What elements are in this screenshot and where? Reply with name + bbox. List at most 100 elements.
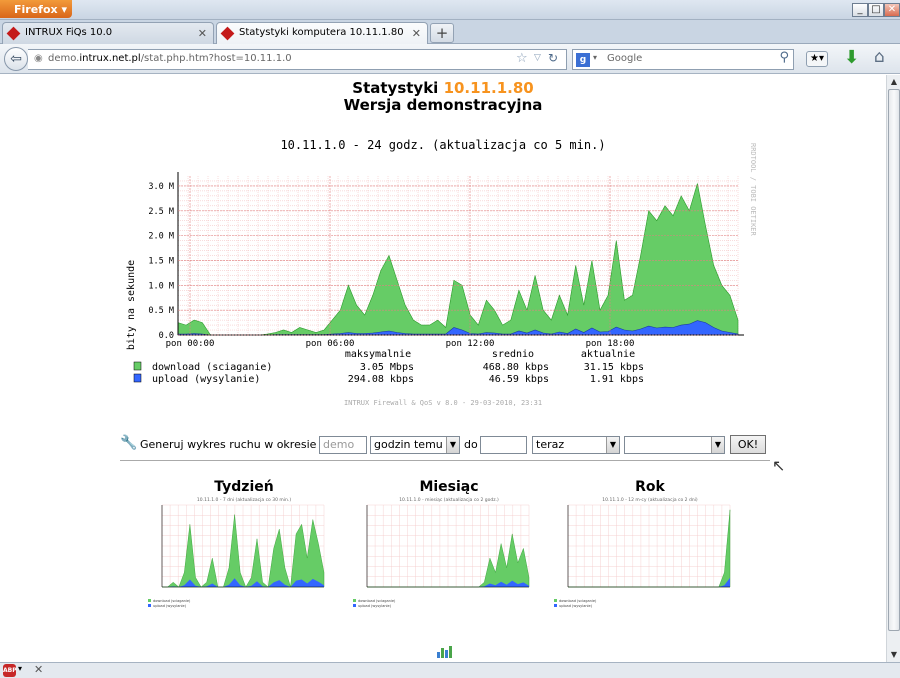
search-input[interactable]: g ▾ Google ⚲ xyxy=(572,49,794,70)
search-magnifier-icon[interactable]: ⚲ xyxy=(779,50,789,65)
stat-max: 3.05 Mbps xyxy=(360,362,414,373)
tab-strip: INTRUX FiQs 10.0 ✕ Statystyki komputera … xyxy=(0,20,900,44)
google-icon: g xyxy=(576,53,590,67)
to-input[interactable] xyxy=(480,436,527,454)
to-label: do xyxy=(464,438,478,451)
tab-intrux-fiqs[interactable]: INTRUX FiQs 10.0 ✕ xyxy=(2,22,214,44)
stat-avg: 468.80 kbps xyxy=(483,362,549,373)
x-tick-label: pon 06:00 xyxy=(306,339,355,349)
stat-max: 294.08 kbps xyxy=(348,374,414,385)
y-tick-label: 2.0 M xyxy=(148,232,174,242)
stats-header: srednio xyxy=(492,349,534,360)
thumb-legend-label: download (sciaganie) xyxy=(559,599,597,603)
vertical-scrollbar[interactable]: ▲ ▼ xyxy=(886,75,900,662)
chevron-down-icon: ▼ xyxy=(606,437,619,453)
chart-title: 10.11.1.0 - 24 godz. (aktualizacja co 5 … xyxy=(280,138,605,152)
traffic-graph: 10.11.1.0 - 24 godz. (aktualizacja co 5 … xyxy=(118,133,768,413)
page-subtitle: Wersja demonstracyjna xyxy=(343,96,543,114)
url-domain: intrux.net.pl xyxy=(79,53,141,64)
chart-series xyxy=(177,172,744,336)
stat-cur: 31.15 kbps xyxy=(584,362,644,373)
stats-header: maksymalnie xyxy=(345,349,411,360)
status-bar: ABP ▾ ✕ xyxy=(0,662,900,678)
thumbnail-title: Tydzień xyxy=(214,479,274,495)
thumbnail-year[interactable]: Rok 10.11.1.0 - 12 m-cy (aktualizacja co… xyxy=(550,479,750,631)
y-tick-label: 3.0 M xyxy=(148,182,174,192)
graph-generator-form: 🔧 Generuj wykres ruchu w okresie od demo… xyxy=(120,434,770,456)
search-engine-dropdown-icon[interactable]: ▾ xyxy=(593,53,597,62)
thumbnail-title: Miesiąc xyxy=(419,479,479,495)
thumb-legend-swatch xyxy=(353,599,356,602)
search-placeholder: Google xyxy=(607,53,643,64)
bookmarks-menu-icon[interactable]: ★▾ xyxy=(806,51,828,67)
thumbnail-chart: 10.11.1.0 - 12 m-cy (aktualizacja co 2 d… xyxy=(554,497,731,608)
chevron-down-icon: ▼ xyxy=(711,437,724,453)
maximize-button[interactable]: □ xyxy=(868,3,884,17)
bookmark-star-icon[interactable]: ☆ xyxy=(516,51,528,66)
rrdtool-credit: RRDTOOL / TOBI OETIKER xyxy=(749,143,757,237)
adblock-icon[interactable]: ABP xyxy=(3,664,17,677)
page-title: Statystyki 10.11.1.80 xyxy=(0,79,886,97)
stat-avg: 46.59 kbps xyxy=(489,374,549,385)
ok-button[interactable]: OK! xyxy=(730,435,766,454)
close-tab-icon[interactable]: ✕ xyxy=(198,27,207,40)
x-tick-label: pon 18:00 xyxy=(586,339,635,349)
stat-cur: 1.91 kbps xyxy=(590,374,644,385)
thumbnail-month[interactable]: Miesiąc 10.11.1.0 - miesiąc (aktualizacj… xyxy=(349,479,549,631)
end-select[interactable]: teraz ▼ xyxy=(532,436,620,454)
window-titlebar: Firefox ▾ _ □ ✕ xyxy=(0,0,900,20)
generator-label: Generuj wykres ruchu w okresie od xyxy=(140,438,334,451)
scrollbar-thumb[interactable] xyxy=(888,89,900,631)
x-tick-label: pon 00:00 xyxy=(166,339,215,349)
title-host: 10.11.1.80 xyxy=(443,79,534,97)
thumbnail-caption: 10.11.1.0 - 7 dni (aktualizacja co 30 mi… xyxy=(197,497,291,503)
legend-label: upload (wysylanie) xyxy=(152,374,260,385)
url-prefix: demo. xyxy=(48,53,80,64)
wrench-icon: 🔧 xyxy=(120,435,138,451)
intrux-favicon-icon xyxy=(6,26,21,41)
extra-select[interactable]: ▼ xyxy=(624,436,725,454)
close-window-button[interactable]: ✕ xyxy=(884,3,900,17)
x-tick-label: pon 12:00 xyxy=(446,339,495,349)
reload-icon[interactable]: ↻ xyxy=(548,51,558,65)
globe-icon: ◉ xyxy=(34,53,43,64)
back-arrow-icon: ⇦ xyxy=(10,51,22,67)
adblock-dropdown-icon[interactable]: ▾ xyxy=(18,664,22,673)
close-addon-bar-icon[interactable]: ✕ xyxy=(34,663,43,676)
legend-label: download (sciaganie) xyxy=(152,362,272,373)
url-path: /stat.php.htm?host=10.11.1.0 xyxy=(140,53,292,64)
chart-footer: INTRUX Firewall & QoS v 8.0 - 29-03-2010… xyxy=(344,399,542,407)
navigation-toolbar: ◉ demo.intrux.net.pl/stat.php.htm?host=1… xyxy=(0,44,900,74)
from-input[interactable]: demo xyxy=(319,436,367,454)
back-button[interactable]: ⇦ xyxy=(4,47,28,71)
home-icon[interactable]: ⌂ xyxy=(874,47,885,67)
unit-select[interactable]: godzin temu ▼ xyxy=(370,436,460,454)
y-tick-label: 2.5 M xyxy=(148,207,174,217)
thumb-legend-swatch xyxy=(148,599,151,602)
close-tab-icon[interactable]: ✕ xyxy=(412,27,421,40)
thumb-legend-label: download (sciaganie) xyxy=(358,599,396,603)
tab-label: INTRUX FiQs 10.0 xyxy=(25,27,113,38)
thumbnail-week[interactable]: Tydzień 10.11.1.0 - 7 dni (aktualizacja … xyxy=(144,479,344,631)
firefox-menu-button[interactable]: Firefox ▾ xyxy=(0,0,72,18)
minimize-button[interactable]: _ xyxy=(852,3,868,17)
thumb-legend-swatch xyxy=(554,599,557,602)
end-select-value: teraz xyxy=(536,438,565,451)
download-icon[interactable]: ⬇ xyxy=(844,47,859,68)
thumbnail-caption: 10.11.1.0 - miesiąc (aktualizacja co 2 g… xyxy=(399,497,499,503)
from-placeholder: demo xyxy=(323,438,355,451)
tab-statystyki[interactable]: Statystyki komputera 10.11.1.80 ✕ xyxy=(216,22,428,44)
divider xyxy=(120,460,770,461)
thumb-legend-label: upload (wysylanie) xyxy=(559,604,593,608)
thumb-legend-label: upload (wysylanie) xyxy=(358,604,392,608)
y-axis-label: bity na sekunde xyxy=(126,260,137,350)
chart-legend: maksymalnie srednio aktualnie download (sci… xyxy=(133,349,644,385)
scroll-up-icon[interactable]: ▲ xyxy=(888,76,900,88)
scroll-down-icon[interactable]: ▼ xyxy=(888,649,900,661)
new-tab-button[interactable]: + xyxy=(430,23,454,43)
bar-chart-icon[interactable] xyxy=(436,646,452,658)
unit-select-value: godzin temu xyxy=(374,438,443,451)
history-dropdown-icon[interactable]: ▽ xyxy=(534,53,541,63)
url-bar[interactable]: ◉ demo.intrux.net.pl/stat.php.htm?host=1… xyxy=(28,49,567,70)
traffic-chart: 10.11.1.0 - 24 godz. (aktualizacja co 5 … xyxy=(126,138,757,407)
